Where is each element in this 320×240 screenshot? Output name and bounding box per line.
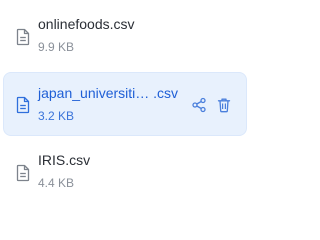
file-item-iris[interactable]: IRIS.csv 4.4 KB bbox=[0, 144, 263, 208]
trash-icon[interactable] bbox=[216, 97, 232, 113]
file-item-japan-universities[interactable]: japan_universiti… .csv 3.2 KB bbox=[3, 72, 247, 136]
file-size: 3.2 KB bbox=[38, 109, 75, 123]
file-size: 4.4 KB bbox=[38, 176, 75, 190]
file-size: 9.9 KB bbox=[38, 40, 75, 54]
file-list: onlinefoods.csv 9.9 KB japan_universiti…… bbox=[0, 0, 263, 211]
file-name: IRIS.csv bbox=[38, 152, 91, 168]
share-icon[interactable] bbox=[191, 97, 207, 113]
file-item-onlinefoods[interactable]: onlinefoods.csv 9.9 KB bbox=[0, 0, 263, 64]
file-icon bbox=[16, 96, 30, 114]
file-icon bbox=[16, 28, 30, 46]
file-icon bbox=[16, 164, 30, 182]
file-name: japan_universiti… .csv bbox=[38, 85, 179, 101]
file-name: onlinefoods.csv bbox=[38, 16, 135, 32]
